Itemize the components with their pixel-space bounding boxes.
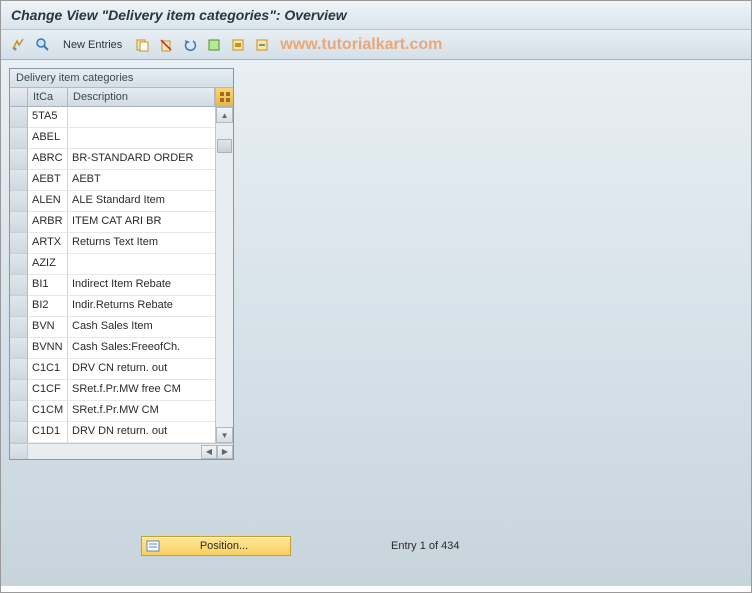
deselect-all-icon[interactable] — [252, 35, 272, 55]
undo-icon[interactable] — [180, 35, 200, 55]
table-row[interactable]: C1D1DRV DN return. out — [10, 422, 215, 443]
table-row[interactable]: AZIZ — [10, 254, 215, 275]
cell-description[interactable] — [68, 128, 215, 149]
row-selector[interactable] — [10, 107, 28, 128]
cell-itca[interactable]: BVNN — [28, 338, 68, 359]
table-row[interactable]: C1CMSRet.f.Pr.MW CM — [10, 401, 215, 422]
page-title: Change View "Delivery item categories": … — [1, 1, 751, 30]
row-selector[interactable] — [10, 191, 28, 212]
table-row[interactable]: C1CFSRet.f.Pr.MW free CM — [10, 380, 215, 401]
table-row[interactable]: 5TA5 — [10, 107, 215, 128]
table-row[interactable]: ABEL — [10, 128, 215, 149]
table-title: Delivery item categories — [10, 69, 233, 88]
table-body: 5TA5ABELABRCBR-STANDARD ORDERAEBTAEBTALE… — [10, 107, 215, 443]
cell-itca[interactable]: ARBR — [28, 212, 68, 233]
position-label: Position... — [166, 540, 282, 552]
column-description[interactable]: Description — [68, 88, 215, 106]
table-row[interactable]: AEBTAEBT — [10, 170, 215, 191]
row-selector[interactable] — [10, 317, 28, 338]
new-entries-button[interactable]: New Entries — [57, 37, 128, 53]
scroll-down-icon[interactable]: ▼ — [216, 427, 233, 443]
row-selector[interactable] — [10, 359, 28, 380]
vertical-scrollbar[interactable]: ▲ ▼ — [215, 107, 233, 443]
cell-description[interactable]: ITEM CAT ARI BR — [68, 212, 215, 233]
cell-description[interactable]: SRet.f.Pr.MW CM — [68, 401, 215, 422]
cell-description[interactable]: Cash Sales Item — [68, 317, 215, 338]
row-selector[interactable] — [10, 233, 28, 254]
cell-description[interactable]: Cash Sales:FreeofCh. — [68, 338, 215, 359]
table-row[interactable]: BI1Indirect Item Rebate — [10, 275, 215, 296]
scroll-right-icon[interactable]: ▶ — [217, 445, 233, 459]
cell-description[interactable]: BR-STANDARD ORDER — [68, 149, 215, 170]
row-selector[interactable] — [10, 170, 28, 191]
entry-count-text: Entry 1 of 434 — [391, 540, 460, 552]
watermark-text: www.tutorialkart.com — [280, 36, 442, 54]
cell-itca[interactable]: ARTX — [28, 233, 68, 254]
cell-itca[interactable]: C1C1 — [28, 359, 68, 380]
row-selector[interactable] — [10, 275, 28, 296]
content-area: Delivery item categories ItCa Descriptio… — [1, 60, 751, 586]
row-selector[interactable] — [10, 296, 28, 317]
table-row[interactable]: ARTXReturns Text Item — [10, 233, 215, 254]
row-selector[interactable] — [10, 380, 28, 401]
cell-itca[interactable]: 5TA5 — [28, 107, 68, 128]
footer-row: Position... Entry 1 of 434 — [141, 536, 460, 556]
scroll-up-icon[interactable]: ▲ — [216, 107, 233, 123]
position-button[interactable]: Position... — [141, 536, 291, 556]
toggle-change-icon[interactable] — [9, 35, 29, 55]
cell-description[interactable]: Indirect Item Rebate — [68, 275, 215, 296]
row-selector[interactable] — [10, 254, 28, 275]
copy-icon[interactable] — [132, 35, 152, 55]
cell-description[interactable]: AEBT — [68, 170, 215, 191]
select-all-icon[interactable] — [204, 35, 224, 55]
find-icon[interactable] — [33, 35, 53, 55]
cell-itca[interactable]: C1D1 — [28, 422, 68, 443]
position-icon — [146, 539, 160, 553]
cell-itca[interactable]: BI2 — [28, 296, 68, 317]
row-selector[interactable] — [10, 401, 28, 422]
table-settings-icon[interactable] — [215, 88, 233, 106]
scroll-left-icon[interactable]: ◀ — [201, 445, 217, 459]
cell-description[interactable]: ALE Standard Item — [68, 191, 215, 212]
horizontal-scrollbar[interactable]: ◀ ▶ — [10, 443, 233, 459]
cell-itca[interactable]: ABEL — [28, 128, 68, 149]
cell-itca[interactable]: ABRC — [28, 149, 68, 170]
select-block-icon[interactable] — [228, 35, 248, 55]
table-row[interactable]: ABRCBR-STANDARD ORDER — [10, 149, 215, 170]
table-panel: Delivery item categories ItCa Descriptio… — [9, 68, 234, 460]
table-row[interactable]: ALENALE Standard Item — [10, 191, 215, 212]
row-selector[interactable] — [10, 128, 28, 149]
cell-description[interactable]: Returns Text Item — [68, 233, 215, 254]
cell-itca[interactable]: BI1 — [28, 275, 68, 296]
cell-itca[interactable]: BVN — [28, 317, 68, 338]
row-selector[interactable] — [10, 338, 28, 359]
table-row[interactable]: BI2Indir.Returns Rebate — [10, 296, 215, 317]
table-row[interactable]: BVNCash Sales Item — [10, 317, 215, 338]
table-row[interactable]: BVNNCash Sales:FreeofCh. — [10, 338, 215, 359]
cell-description[interactable] — [68, 107, 215, 128]
cell-description[interactable]: SRet.f.Pr.MW free CM — [68, 380, 215, 401]
cell-itca[interactable]: AEBT — [28, 170, 68, 191]
delete-icon[interactable] — [156, 35, 176, 55]
column-selector[interactable] — [10, 88, 28, 106]
toolbar: New Entries www.tutorialkart.com — [1, 30, 751, 60]
cell-description[interactable]: Indir.Returns Rebate — [68, 296, 215, 317]
row-selector[interactable] — [10, 212, 28, 233]
row-selector[interactable] — [10, 422, 28, 443]
cell-description[interactable]: DRV CN return. out — [68, 359, 215, 380]
cell-itca[interactable]: C1CM — [28, 401, 68, 422]
cell-itca[interactable]: C1CF — [28, 380, 68, 401]
scroll-thumb[interactable] — [217, 139, 232, 153]
column-itca[interactable]: ItCa — [28, 88, 68, 106]
table-row[interactable]: ARBRITEM CAT ARI BR — [10, 212, 215, 233]
table-header: ItCa Description — [10, 88, 233, 107]
cell-itca[interactable]: AZIZ — [28, 254, 68, 275]
row-selector[interactable] — [10, 149, 28, 170]
cell-description[interactable]: DRV DN return. out — [68, 422, 215, 443]
cell-itca[interactable]: ALEN — [28, 191, 68, 212]
table-row[interactable]: C1C1DRV CN return. out — [10, 359, 215, 380]
cell-description[interactable] — [68, 254, 215, 275]
